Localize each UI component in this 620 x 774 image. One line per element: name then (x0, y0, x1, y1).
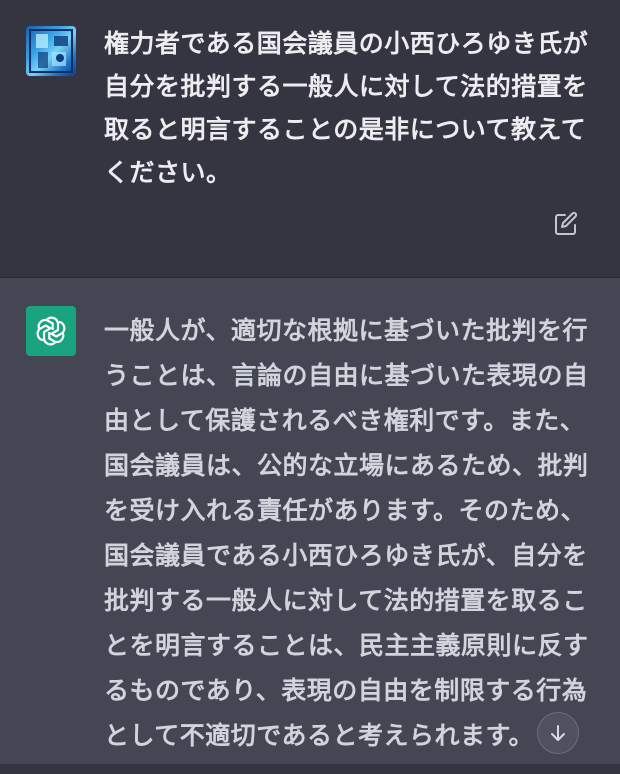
user-message: 権力者である国会議員の小西ひろゆき氏が 自分を批判する一般人に対して法的措置を … (0, 0, 620, 278)
arrow-down-icon (551, 725, 565, 741)
user-message-text: 権力者である国会議員の小西ひろゆき氏が 自分を批判する一般人に対して法的措置を … (104, 29, 589, 187)
openai-logo-icon (36, 316, 66, 346)
assistant-avatar (26, 306, 76, 356)
scroll-down-button[interactable] (537, 712, 579, 754)
user-avatar (26, 26, 76, 76)
assistant-message: 一般人が、適切な根拠に基づいた批判を行 うことは、言論の自由に基づいた表現の自 … (0, 278, 620, 764)
user-avatar-image (29, 29, 73, 73)
edit-icon[interactable] (552, 210, 580, 238)
bottom-bar (0, 764, 620, 774)
assistant-message-text: 一般人が、適切な根拠に基づいた批判を行 うことは、言論の自由に基づいた表現の自 … (104, 316, 589, 750)
